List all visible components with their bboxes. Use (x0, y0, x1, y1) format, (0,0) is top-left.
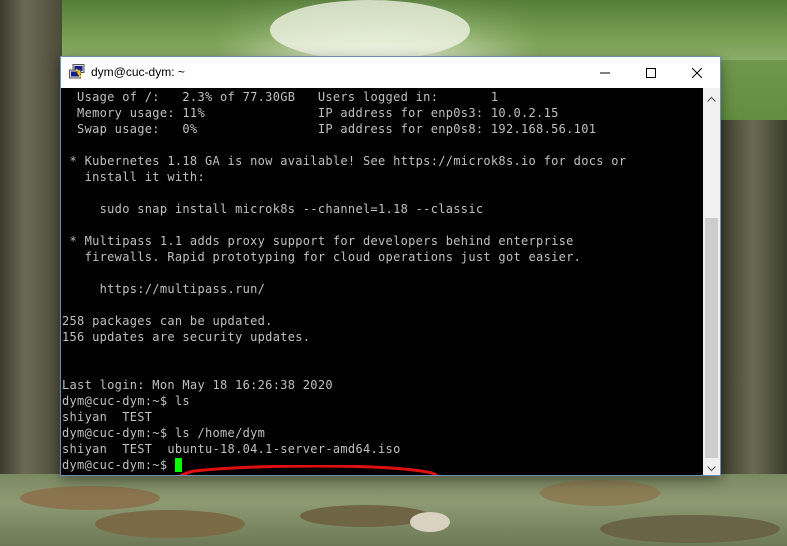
tree-trunk-left (0, 0, 62, 546)
desktop-background: dym@cuc-dym: ~ Usage of /: 2.3% of 77.30… (0, 0, 787, 546)
window-title: dym@cuc-dym: ~ (91, 65, 185, 79)
terminal-line: dym@cuc-dym:~$ ls (62, 394, 190, 408)
terminal-line: * Kubernetes 1.18 GA is now available! S… (62, 154, 627, 168)
terminal-line: sudo snap install microk8s --channel=1.1… (62, 202, 484, 216)
river-rock (20, 486, 160, 510)
terminal-output-area[interactable]: Usage of /: 2.3% of 77.30GB Users logged… (61, 88, 703, 475)
river-rock (540, 480, 660, 506)
scrollbar-thumb[interactable] (705, 218, 718, 458)
terminal-line: Memory usage: 11% IP address for enp0s3:… (62, 106, 559, 120)
sky-light (270, 0, 470, 60)
river-rock (410, 512, 450, 532)
terminal-line: install it with: (62, 170, 205, 184)
terminal-line: Usage of /: 2.3% of 77.30GB Users logged… (62, 90, 499, 104)
scroll-down-arrow-icon (707, 457, 716, 476)
tree-trunk-right (721, 120, 787, 480)
terminal-line: dym@cuc-dym:~$ (62, 457, 626, 473)
terminal-line: 258 packages can be updated. (62, 314, 273, 328)
putty-terminal-icon[interactable] (69, 64, 85, 80)
title-bar[interactable]: dym@cuc-dym: ~ (61, 57, 720, 88)
maximize-icon (646, 63, 656, 82)
terminal-line: Swap usage: 0% IP address for enp0s8: 19… (62, 122, 597, 136)
terminal-line: Last login: Mon May 18 16:26:38 2020 (62, 378, 333, 392)
close-icon (691, 63, 703, 82)
terminal-cursor (174, 458, 182, 472)
close-button[interactable] (674, 57, 720, 88)
terminal-window[interactable]: dym@cuc-dym: ~ Usage of /: 2.3% of 77.30… (61, 57, 720, 475)
scroll-down-button[interactable] (703, 458, 720, 475)
terminal-line: 156 updates are security updates. (62, 330, 311, 344)
terminal-line: https://multipass.run/ (62, 282, 266, 296)
terminal-line: dym@cuc-dym:~$ ls /home/dym (62, 426, 266, 440)
river-rock (95, 510, 245, 538)
terminal-line: shiyan TEST (62, 410, 153, 424)
vertical-scrollbar[interactable] (703, 88, 720, 475)
minimize-icon (600, 63, 610, 82)
terminal-line: * Multipass 1.1 adds proxy support for d… (62, 234, 574, 248)
river-rock (600, 515, 780, 543)
maximize-button[interactable] (628, 57, 674, 88)
scroll-up-button[interactable] (703, 88, 720, 105)
scroll-up-arrow-icon (707, 87, 716, 106)
minimize-button[interactable] (582, 57, 628, 88)
terminal-text: Usage of /: 2.3% of 77.30GB Users logged… (62, 89, 626, 473)
terminal-line: firewalls. Rapid prototyping for cloud o… (62, 250, 582, 264)
terminal-line: shiyan TEST ubuntu-18.04.1-server-amd64.… (62, 442, 401, 456)
